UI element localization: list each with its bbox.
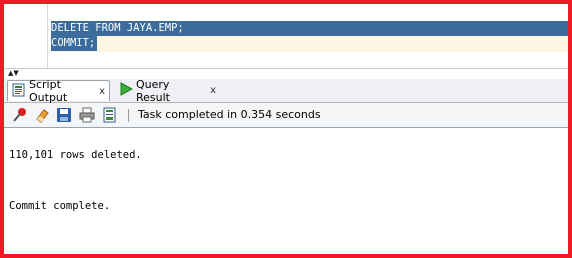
splitter-arrows-icon[interactable]: ▲▼ — [8, 69, 19, 78]
save-icon[interactable] — [56, 107, 72, 123]
editor-line-1[interactable]: DELETE FROM JAYA.EMP; — [51, 21, 568, 36]
output-tabbar: Script Output x Query Result x — [4, 77, 568, 104]
pin-icon[interactable] — [12, 107, 28, 123]
current-line-highlight — [51, 36, 568, 52]
editor-line-2[interactable]: COMMIT; — [51, 36, 98, 51]
tab-label: Query Result — [136, 77, 170, 104]
script-output-pane[interactable]: 110,101 rows deleted. Commit complete. — [4, 128, 568, 254]
print-icon[interactable] — [79, 107, 95, 123]
run-arrow-icon — [119, 82, 134, 99]
sql-editor[interactable]: DELETE FROM JAYA.EMP; COMMIT; — [4, 4, 568, 68]
tab-query-result[interactable]: Query Result x — [115, 77, 220, 104]
output-line-1: 110,101 rows deleted. — [9, 149, 142, 161]
output-toolbar: Task completed in 0.354 seconds — [4, 103, 568, 128]
eraser-icon[interactable] — [34, 107, 50, 123]
task-status: Task completed in 0.354 seconds — [138, 108, 321, 121]
tab-script-output[interactable]: Script Output x — [7, 78, 110, 104]
script-output-icon — [12, 83, 26, 100]
toolbar-separator — [128, 109, 129, 122]
output-line-2: Commit complete. — [9, 200, 111, 212]
editor-gutter — [47, 4, 48, 68]
tab-label: Script Output — [29, 78, 68, 104]
export-icon[interactable] — [102, 107, 118, 123]
close-icon[interactable]: x — [210, 85, 216, 96]
close-icon[interactable]: x — [99, 86, 105, 97]
